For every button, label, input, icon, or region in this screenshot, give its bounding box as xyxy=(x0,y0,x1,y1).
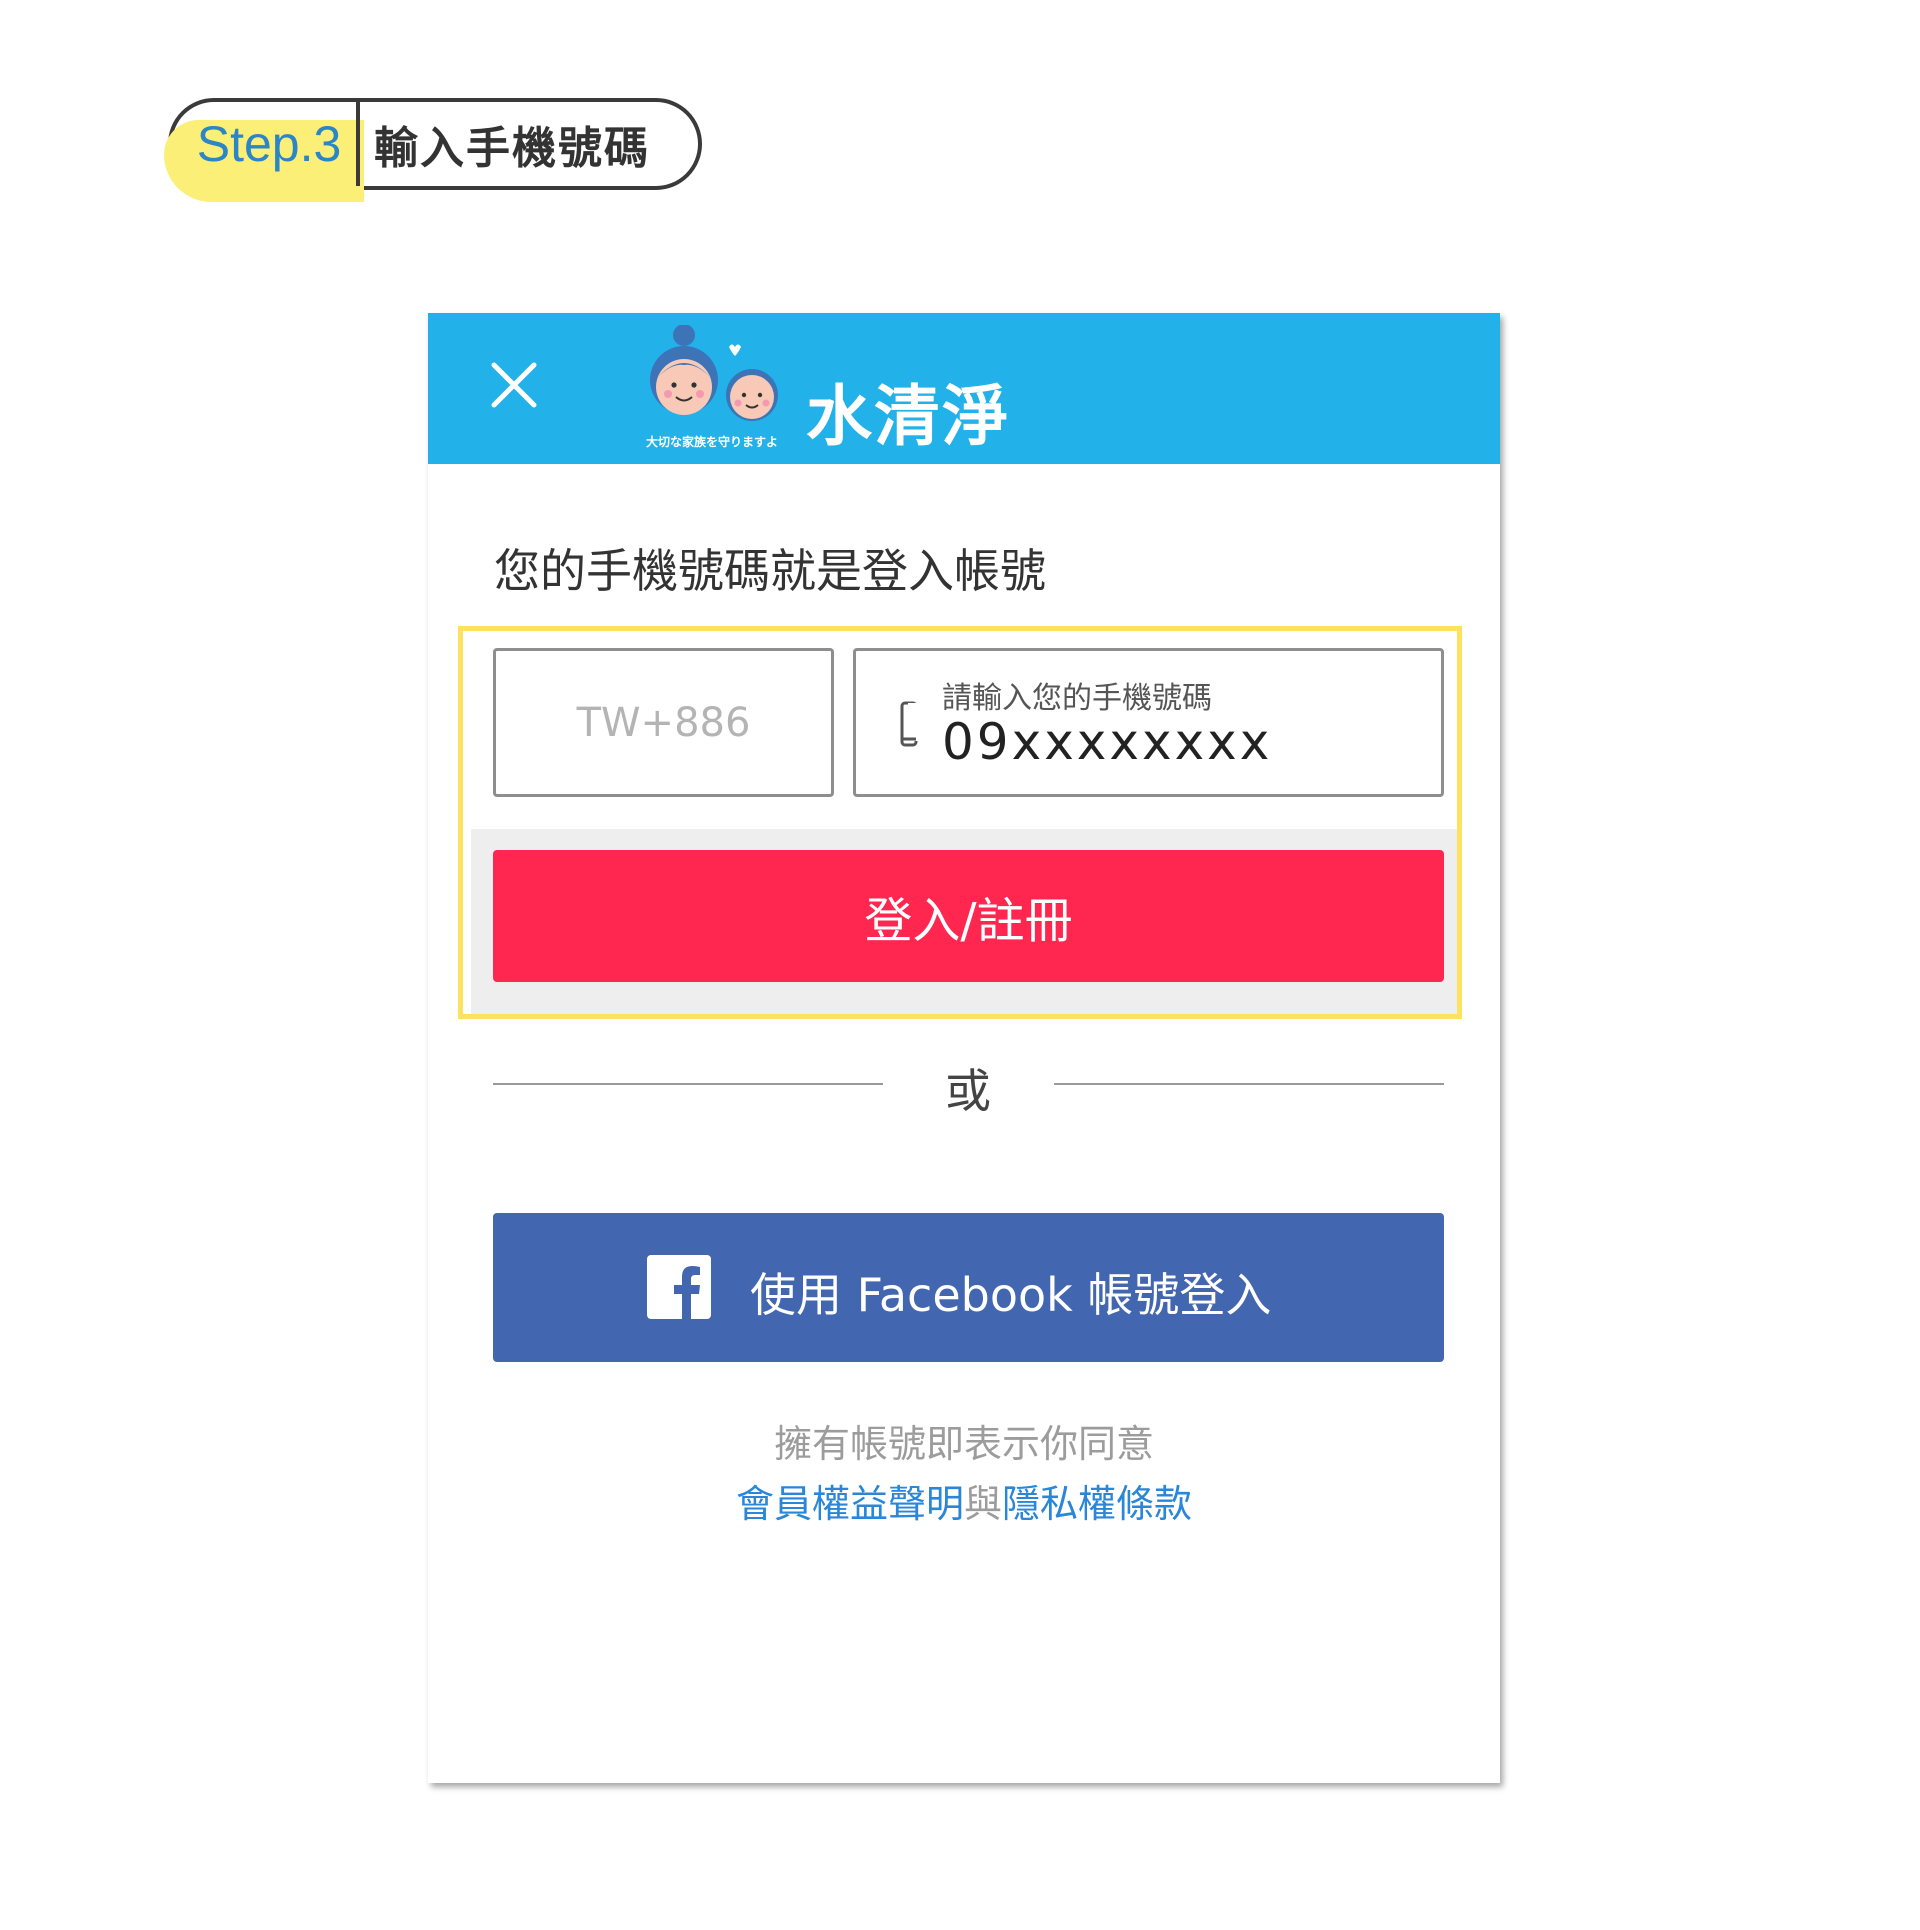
divider-label: 或 xyxy=(945,1064,991,1118)
step-number: Step.3 xyxy=(172,102,360,186)
terms-notice: 擁有帳號即表示你同意 xyxy=(773,1422,1154,1466)
privacy-policy-link[interactable]: 隱私權條款 xyxy=(1002,1482,1192,1526)
close-icon[interactable] xyxy=(486,357,542,413)
login-screen: 水清淨 大切な家族を守りますよ 您的手機號碼就是登入帳號 TW+886 請輸入您… xyxy=(428,313,1500,1783)
terms-links: 會員權益聲明與隱私權條款 xyxy=(428,1473,1500,1528)
divider-line-left xyxy=(493,1083,883,1085)
phone-icon xyxy=(900,701,918,747)
brand-logo: 水清淨 大切な家族を守りますよ xyxy=(646,325,1026,455)
mascot-icon xyxy=(650,325,778,421)
login-prompt: 您的手機號碼就是登入帳號 xyxy=(494,544,1046,598)
facebook-login-label: 使用 Facebook 帳號登入 xyxy=(750,1268,1272,1322)
facebook-icon xyxy=(647,1255,711,1319)
brand-tagline: 大切な家族を守りますよ xyxy=(646,435,779,449)
step-badge: Step.3 輸入手機號碼 xyxy=(164,98,702,202)
phone-input-label: 請輸入您的手機號碼 xyxy=(942,681,1212,716)
login-register-button[interactable]: 登入/註冊 xyxy=(493,850,1444,982)
phone-input-value: 09xxxxxxxx xyxy=(942,713,1273,771)
divider-line-right xyxy=(1054,1083,1444,1085)
facebook-login-button[interactable]: 使用 Facebook 帳號登入 xyxy=(493,1213,1444,1362)
step-title: 輸入手機號碼 xyxy=(374,123,650,174)
phone-number-input[interactable]: 請輸入您的手機號碼 09xxxxxxxx xyxy=(853,648,1444,797)
country-code-select[interactable]: TW+886 xyxy=(493,648,834,797)
brand-name: 水清淨 xyxy=(806,378,1010,455)
terms-connector: 與 xyxy=(963,1482,1002,1526)
member-rights-link[interactable]: 會員權益聲明 xyxy=(736,1482,964,1526)
app-header: 水清淨 大切な家族を守りますよ xyxy=(428,313,1500,464)
